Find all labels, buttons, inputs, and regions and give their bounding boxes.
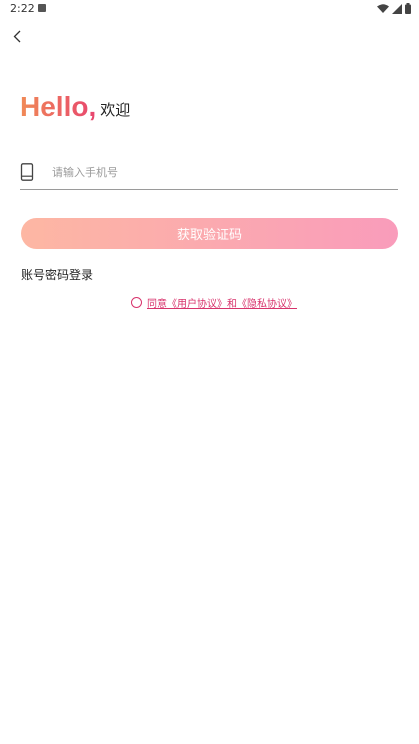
status-icons <box>377 3 411 14</box>
battery-icon <box>405 3 411 14</box>
status-time: 2:22 <box>10 2 35 15</box>
phone-icon <box>20 163 34 181</box>
agree-radio[interactable] <box>131 297 142 308</box>
back-button[interactable] <box>10 28 28 46</box>
welcome-text: 欢迎 <box>100 101 131 119</box>
get-code-button[interactable]: 获取验证码 <box>21 218 398 249</box>
status-bar: 2:22 <box>0 0 419 18</box>
agree-prefix: 同意 <box>147 299 167 310</box>
user-agreement-link[interactable]: 《用户协议》 <box>167 295 227 310</box>
privacy-agreement-link[interactable]: 《隐私协议》 <box>237 295 297 310</box>
account-password-login-link[interactable]: 账号密码登录 <box>21 266 93 283</box>
wifi-icon <box>377 3 389 13</box>
agreement-row: 同意 《用户协议》 和 《隐私协议》 <box>131 295 297 310</box>
phone-number-input[interactable] <box>52 163 382 181</box>
phone-input-row <box>20 158 398 190</box>
signal-icon <box>392 3 402 14</box>
agree-and: 和 <box>227 299 237 310</box>
notification-icon <box>38 4 46 12</box>
hello-text: Hello, <box>20 91 97 122</box>
greeting: Hello, 欢迎 <box>20 92 130 122</box>
chevron-left-icon <box>13 30 21 43</box>
